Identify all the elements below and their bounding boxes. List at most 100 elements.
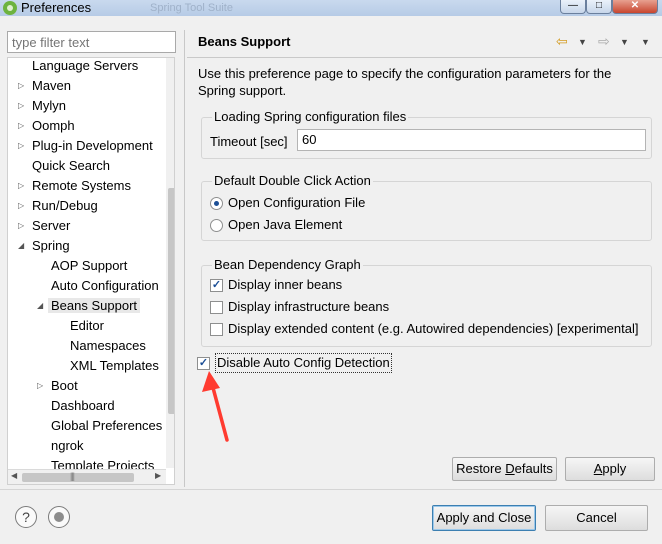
tree-vertical-scroll-thumb[interactable]	[168, 188, 174, 414]
tree-item-label: Auto Configuration	[51, 278, 159, 293]
close-window-button[interactable]: ✕	[612, 0, 658, 14]
back-arrow-icon[interactable]: ⇦	[556, 33, 568, 50]
record-macro-icon[interactable]	[48, 506, 70, 528]
tree-item[interactable]: Editor	[70, 317, 104, 337]
double-click-group-title: Default Double Click Action	[212, 173, 373, 189]
page-description: Use this preference page to specify the …	[198, 66, 612, 98]
view-menu-chevron-icon[interactable]: ▼	[641, 37, 650, 47]
scroll-right-icon[interactable]: ▶	[155, 471, 161, 480]
loading-config-group: Loading Spring configuration files Timeo…	[201, 109, 652, 159]
tree-item-label: Boot	[51, 378, 78, 393]
timeout-input[interactable]: 60	[297, 129, 646, 151]
expand-triangle-icon[interactable]: ▷	[18, 217, 24, 235]
radio-button[interactable]	[210, 197, 223, 210]
tree-vertical-scrollbar[interactable]	[166, 58, 174, 468]
expand-triangle-icon[interactable]: ▷	[18, 137, 24, 155]
checkbox[interactable]	[210, 323, 223, 336]
header-separator	[187, 57, 662, 58]
dependency-graph-group-title: Bean Dependency Graph	[212, 257, 363, 273]
cancel-button[interactable]: Cancel	[545, 505, 648, 531]
expand-triangle-icon[interactable]: ▷	[18, 97, 24, 115]
tree-item[interactable]: ◢ Spring	[18, 237, 70, 257]
checkbox-label: Display infrastructure beans	[228, 299, 390, 314]
tree-item[interactable]: Language Servers	[32, 58, 139, 77]
tree-item-label: Namespaces	[70, 338, 146, 353]
filter-input[interactable]	[7, 31, 176, 53]
radio-label: Open Configuration File	[228, 195, 366, 210]
restore-defaults-button[interactable]: Restore Defaults	[452, 457, 557, 481]
help-icon[interactable]: ?	[15, 506, 37, 528]
tree-item[interactable]: Global Preferences	[51, 417, 162, 437]
tree-item-label: Oomph	[32, 118, 75, 133]
collapse-triangle-icon[interactable]: ◢	[18, 237, 24, 255]
tree-item-label: Beans Support	[48, 298, 141, 313]
expand-triangle-icon[interactable]: ▷	[37, 377, 43, 395]
tree-item[interactable]: ▷ Mylyn	[18, 97, 66, 117]
tree-item-label: Quick Search	[32, 158, 111, 173]
spring-leaf-icon	[3, 1, 17, 15]
forward-menu-chevron-icon[interactable]: ▼	[620, 37, 629, 47]
maximize-button[interactable]: □	[586, 0, 612, 14]
page-title: Beans Support	[198, 34, 291, 49]
tree-item[interactable]: ◢ Beans Support	[37, 297, 141, 317]
radio-button[interactable]	[210, 219, 223, 232]
tree-item[interactable]: ▷ Plug-in Development	[18, 137, 153, 157]
checkbox-label: Disable Auto Config Detection	[215, 353, 392, 373]
tree-item[interactable]: Namespaces	[70, 337, 146, 357]
timeout-label: Timeout [sec]	[210, 134, 288, 149]
tree-item-label: Run/Debug	[32, 198, 98, 213]
expand-triangle-icon[interactable]: ▷	[18, 197, 24, 215]
minimize-button[interactable]: —	[560, 0, 586, 14]
checkbox-label: Display extended content (e.g. Autowired…	[228, 321, 639, 336]
tree-item-label: XML Templates	[70, 358, 159, 373]
tree-item[interactable]: AOP Support	[51, 257, 127, 277]
apply-button[interactable]: Apply	[565, 457, 655, 481]
expand-triangle-icon[interactable]: ▷	[18, 77, 24, 95]
tree-item[interactable]: Auto Configuration	[51, 277, 159, 297]
tree-item[interactable]: ▷ Run/Debug	[18, 197, 98, 217]
tree-item-label: Global Preferences	[51, 418, 163, 433]
checkbox[interactable]: ✓	[210, 279, 223, 292]
tree-item-label: Editor	[70, 318, 104, 333]
checkbox[interactable]	[210, 301, 223, 314]
tree-item[interactable]: ▷ Boot	[37, 377, 78, 397]
checkbox[interactable]: ✓	[197, 357, 210, 370]
tree-item[interactable]: ▷ Maven	[18, 77, 72, 97]
back-menu-chevron-icon[interactable]: ▼	[578, 37, 587, 47]
tree-item[interactable]: ▷ Remote Systems	[18, 177, 131, 197]
tree-horizontal-scroll-thumb[interactable]	[22, 473, 134, 482]
radio-label: Open Java Element	[228, 217, 343, 232]
tree-item[interactable]: Quick Search	[32, 157, 110, 177]
tree-item[interactable]: ▷ Oomph	[18, 117, 75, 137]
scroll-left-icon[interactable]: ◀	[11, 471, 17, 480]
tree-item[interactable]: ▷ Server	[18, 217, 71, 237]
expand-triangle-icon[interactable]: ▷	[18, 177, 24, 195]
loading-config-group-title: Loading Spring configuration files	[212, 109, 409, 125]
tree-item-label: ngrok	[51, 438, 84, 453]
expand-triangle-icon[interactable]: ▷	[18, 117, 24, 135]
tree-item-label: Spring	[32, 238, 70, 253]
forward-arrow-icon[interactable]: ⇨	[598, 33, 610, 50]
preference-tree[interactable]: Language Servers ▷ Maven ▷ Mylyn ▷ Oomph ▷ Plug-…	[7, 57, 175, 485]
checkbox-label: Display inner beans	[228, 277, 343, 292]
tree-item[interactable]: XML Templates	[70, 357, 159, 377]
double-click-group: Default Double Click Action Open Configu…	[201, 173, 652, 241]
window-title: Preferences	[21, 0, 92, 15]
tree-item-label: Dashboard	[51, 398, 115, 413]
tree-horizontal-scrollbar[interactable]: ◀ ||| ▶	[8, 469, 166, 484]
collapse-triangle-icon[interactable]: ◢	[37, 297, 43, 315]
scroll-grip-icon: |||	[70, 471, 75, 481]
tree-item-label: Remote Systems	[32, 178, 131, 193]
apply-and-close-button[interactable]: Apply and Close	[432, 505, 536, 531]
tree-item-label: Server	[32, 218, 71, 233]
footer-separator	[0, 489, 662, 490]
annotation-arrow-icon	[202, 371, 229, 442]
tree-item[interactable]: Dashboard	[51, 397, 115, 417]
tree-item-label: Plug-in Development	[32, 138, 153, 153]
title-bar: Preferences Spring Tool Suite — □ ✕	[0, 0, 662, 16]
tree-item-label: Language Servers	[32, 58, 139, 73]
tree-item-label: Maven	[32, 78, 72, 93]
panel-divider[interactable]	[184, 30, 185, 487]
dependency-graph-group: Bean Dependency Graph ✓ Display inner be…	[201, 257, 652, 347]
tree-item[interactable]: ngrok	[51, 437, 84, 457]
